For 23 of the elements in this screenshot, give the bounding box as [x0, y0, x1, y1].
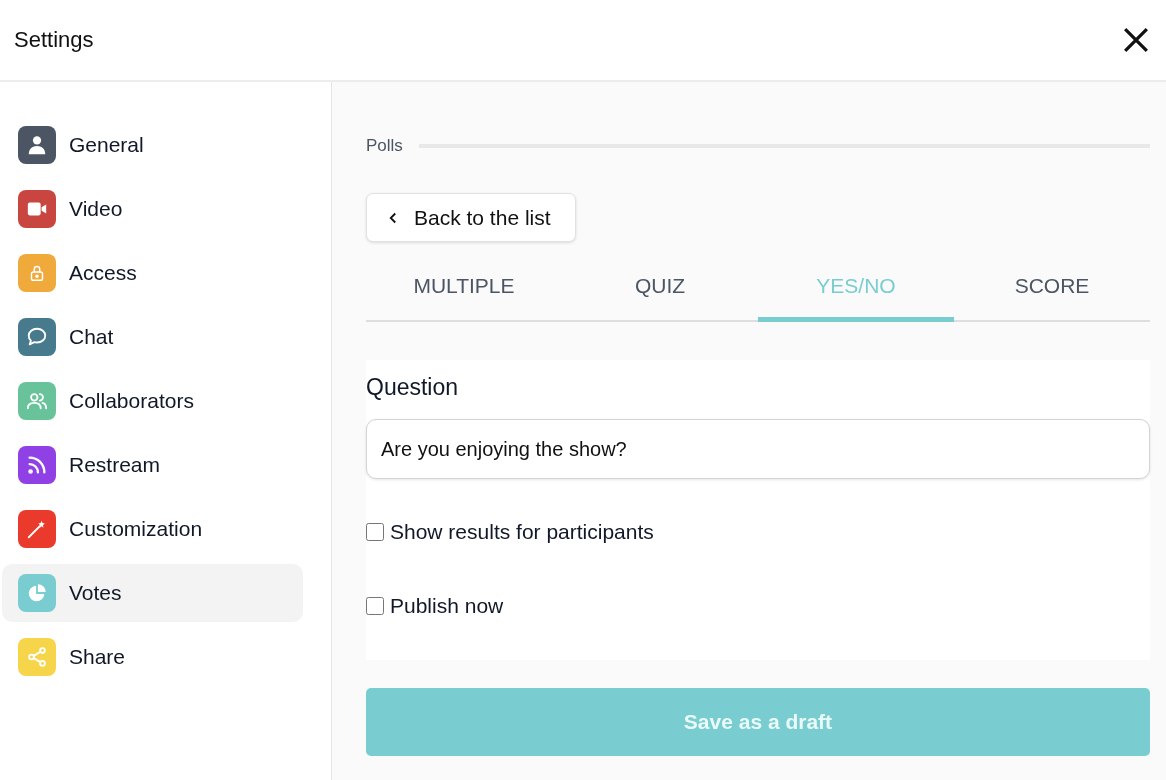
sidebar-item[interactable]: Share: [2, 628, 303, 686]
checkbox-label: Show results for participants: [390, 520, 654, 544]
sidebar-item[interactable]: Video: [2, 180, 303, 238]
section-title: Polls: [366, 136, 403, 156]
sidebar-item[interactable]: Restream: [2, 436, 303, 494]
tab[interactable]: QUIZ: [562, 250, 758, 322]
checkbox[interactable]: [366, 597, 384, 615]
tab[interactable]: SCORE: [954, 250, 1150, 322]
checkbox-label: Publish now: [390, 594, 504, 618]
sidebar-item[interactable]: General: [2, 116, 303, 174]
close-icon[interactable]: [1123, 27, 1149, 53]
sidebar-item[interactable]: Customization: [2, 500, 303, 558]
tab[interactable]: MULTIPLE: [366, 250, 562, 322]
sidebar-item[interactable]: Votes: [2, 564, 303, 622]
question-label: Question: [366, 374, 460, 401]
sidebar-item[interactable]: Chat: [2, 308, 303, 366]
sidebar-item[interactable]: Collaborators: [2, 372, 303, 430]
question-field[interactable]: Are you enjoying the show?: [366, 419, 1150, 479]
sidebar-item[interactable]: Access: [2, 244, 303, 302]
window-title: Settings: [14, 27, 94, 53]
checkbox[interactable]: [366, 523, 384, 541]
back-button[interactable]: Back to the list: [366, 193, 576, 242]
chevron-left-icon: [389, 211, 397, 224]
